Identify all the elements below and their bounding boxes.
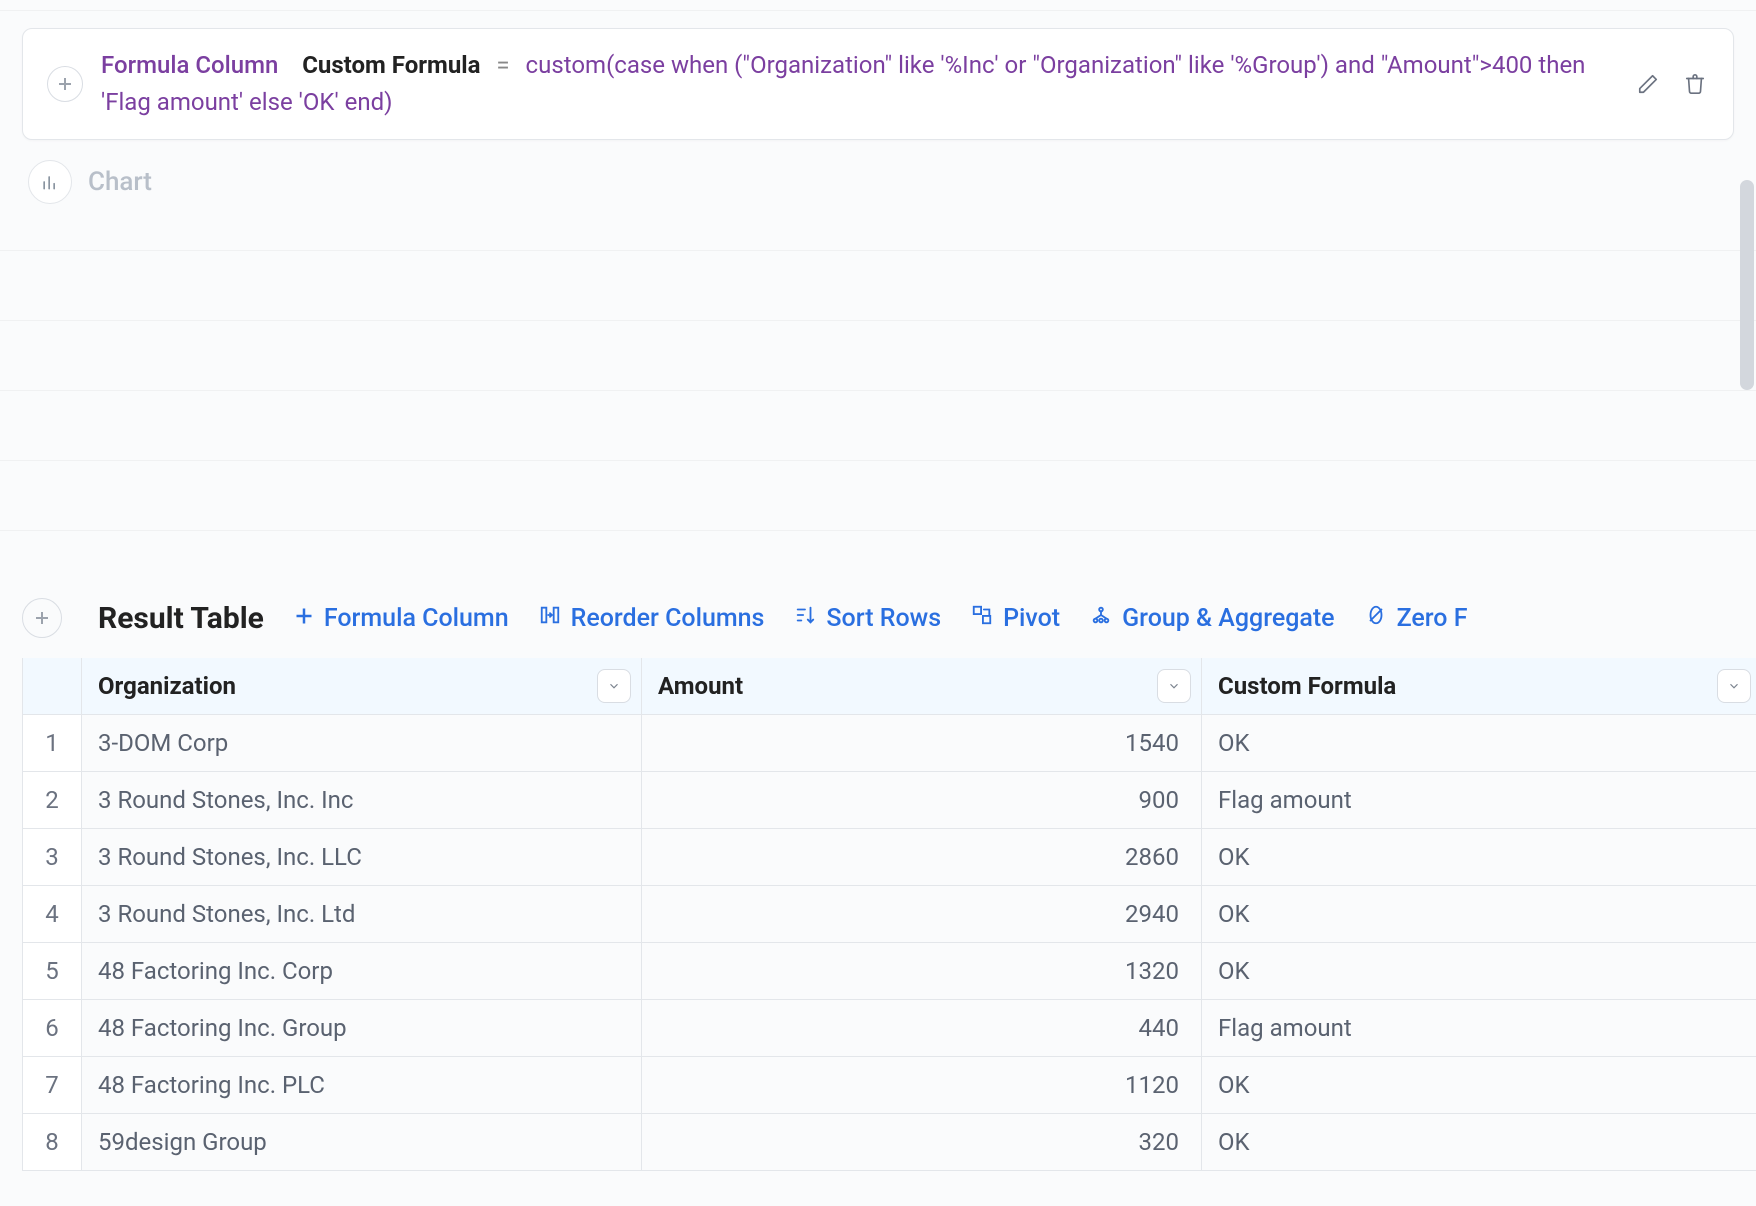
reorder-icon <box>539 604 561 633</box>
custom-formula-header[interactable]: Custom Formula <box>1202 658 1756 715</box>
rownum-cell: 6 <box>22 1000 82 1057</box>
formula-label: Formula Column <box>101 51 278 79</box>
table-row[interactable]: 43 Round Stones, Inc. Ltd2940OK <box>22 886 1756 943</box>
zero-fill-icon <box>1365 604 1387 633</box>
table-row[interactable]: 859design Group320OK <box>22 1114 1756 1171</box>
organization-cell[interactable]: 59design Group <box>82 1114 642 1171</box>
result-section: Result Table Formula Column Reorder Colu… <box>22 588 1756 1171</box>
organization-cell[interactable]: 48 Factoring Inc. Corp <box>82 943 642 1000</box>
formula-text[interactable]: Formula Column Custom Formula = custom(c… <box>101 47 1615 121</box>
rownum-cell: 8 <box>22 1114 82 1171</box>
chart-label[interactable]: Chart <box>88 167 152 197</box>
rownum-cell: 2 <box>22 772 82 829</box>
bg-gridline <box>0 460 1756 461</box>
amount-cell[interactable]: 1320 <box>642 943 1202 1000</box>
pivot-tool-label: Pivot <box>1003 604 1060 633</box>
scrollbar-thumb[interactable] <box>1740 180 1754 390</box>
plus-icon <box>294 604 314 633</box>
group-icon <box>1090 604 1112 633</box>
custom-formula-cell[interactable]: OK <box>1202 715 1756 772</box>
amount-header-menu[interactable] <box>1157 669 1191 703</box>
organization-cell[interactable]: 48 Factoring Inc. Group <box>82 1000 642 1057</box>
sort-rows-tool-label: Sort Rows <box>826 604 941 633</box>
amount-cell[interactable]: 1540 <box>642 715 1202 772</box>
amount-cell[interactable]: 1120 <box>642 1057 1202 1114</box>
chart-icon[interactable] <box>28 160 72 204</box>
add-result-button[interactable] <box>22 598 62 638</box>
pivot-icon <box>971 604 993 633</box>
result-header: Result Table Formula Column Reorder Colu… <box>22 588 1756 658</box>
organization-cell[interactable]: 3 Round Stones, Inc. Inc <box>82 772 642 829</box>
delete-formula-button[interactable] <box>1680 67 1709 101</box>
reorder-columns-tool-label: Reorder Columns <box>571 604 765 633</box>
organization-header-menu[interactable] <box>597 669 631 703</box>
organization-cell[interactable]: 3-DOM Corp <box>82 715 642 772</box>
reorder-columns-tool[interactable]: Reorder Columns <box>539 604 765 633</box>
sort-rows-tool[interactable]: Sort Rows <box>794 604 941 633</box>
table-row[interactable]: 548 Factoring Inc. Corp1320OK <box>22 943 1756 1000</box>
edit-formula-button[interactable] <box>1633 67 1662 101</box>
rownum-header <box>22 658 82 715</box>
group-aggregate-tool[interactable]: Group & Aggregate <box>1090 604 1334 633</box>
custom-formula-cell[interactable]: Flag amount <box>1202 1000 1756 1057</box>
sort-icon <box>794 604 816 633</box>
custom-formula-header-menu[interactable] <box>1717 669 1751 703</box>
custom-formula-cell[interactable]: Flag amount <box>1202 772 1756 829</box>
group-aggregate-tool-label: Group & Aggregate <box>1122 604 1334 633</box>
organization-header-label: Organization <box>98 672 236 700</box>
amount-header-label: Amount <box>658 672 743 700</box>
custom-formula-header-label: Custom Formula <box>1218 672 1396 700</box>
amount-cell[interactable]: 440 <box>642 1000 1202 1057</box>
bg-gridline <box>0 10 1756 11</box>
vertical-scrollbar[interactable] <box>1740 60 1754 540</box>
custom-formula-cell[interactable]: OK <box>1202 943 1756 1000</box>
rownum-cell: 7 <box>22 1057 82 1114</box>
chart-row: Chart <box>28 160 152 204</box>
table-row[interactable]: 33 Round Stones, Inc. LLC2860OK <box>22 829 1756 886</box>
formula-equals: = <box>486 51 519 79</box>
result-table: Organization Amount Custom Formula <box>22 658 1756 1171</box>
organization-header[interactable]: Organization <box>82 658 642 715</box>
zero-fill-tool-label: Zero F <box>1397 604 1468 633</box>
amount-cell[interactable]: 2940 <box>642 886 1202 943</box>
custom-formula-cell[interactable]: OK <box>1202 829 1756 886</box>
bg-gridline <box>0 390 1756 391</box>
amount-cell[interactable]: 2860 <box>642 829 1202 886</box>
bg-gridline <box>0 530 1756 531</box>
organization-cell[interactable]: 3 Round Stones, Inc. LLC <box>82 829 642 886</box>
rownum-cell: 4 <box>22 886 82 943</box>
table-row[interactable]: 23 Round Stones, Inc. Inc900Flag amount <box>22 772 1756 829</box>
custom-formula-cell[interactable]: OK <box>1202 1057 1756 1114</box>
formula-name: Custom Formula <box>302 51 480 79</box>
rownum-cell: 1 <box>22 715 82 772</box>
rownum-cell: 5 <box>22 943 82 1000</box>
bg-gridline <box>0 320 1756 321</box>
table-header-row: Organization Amount Custom Formula <box>22 658 1756 715</box>
custom-formula-cell[interactable]: OK <box>1202 886 1756 943</box>
result-title: Result Table <box>98 601 264 636</box>
zero-fill-tool[interactable]: Zero F <box>1365 604 1468 633</box>
formula-column-tool-label: Formula Column <box>324 604 509 633</box>
rownum-cell: 3 <box>22 829 82 886</box>
organization-cell[interactable]: 3 Round Stones, Inc. Ltd <box>82 886 642 943</box>
formula-column-tool[interactable]: Formula Column <box>294 604 509 633</box>
pivot-tool[interactable]: Pivot <box>971 604 1060 633</box>
amount-cell[interactable]: 900 <box>642 772 1202 829</box>
organization-cell[interactable]: 48 Factoring Inc. PLC <box>82 1057 642 1114</box>
custom-formula-cell[interactable]: OK <box>1202 1114 1756 1171</box>
bg-gridline <box>0 250 1756 251</box>
amount-header[interactable]: Amount <box>642 658 1202 715</box>
amount-cell[interactable]: 320 <box>642 1114 1202 1171</box>
add-formula-button[interactable] <box>47 66 83 102</box>
formula-card: Formula Column Custom Formula = custom(c… <box>22 28 1734 140</box>
table-row[interactable]: 748 Factoring Inc. PLC1120OK <box>22 1057 1756 1114</box>
table-row[interactable]: 13-DOM Corp1540OK <box>22 715 1756 772</box>
table-row[interactable]: 648 Factoring Inc. Group440Flag amount <box>22 1000 1756 1057</box>
